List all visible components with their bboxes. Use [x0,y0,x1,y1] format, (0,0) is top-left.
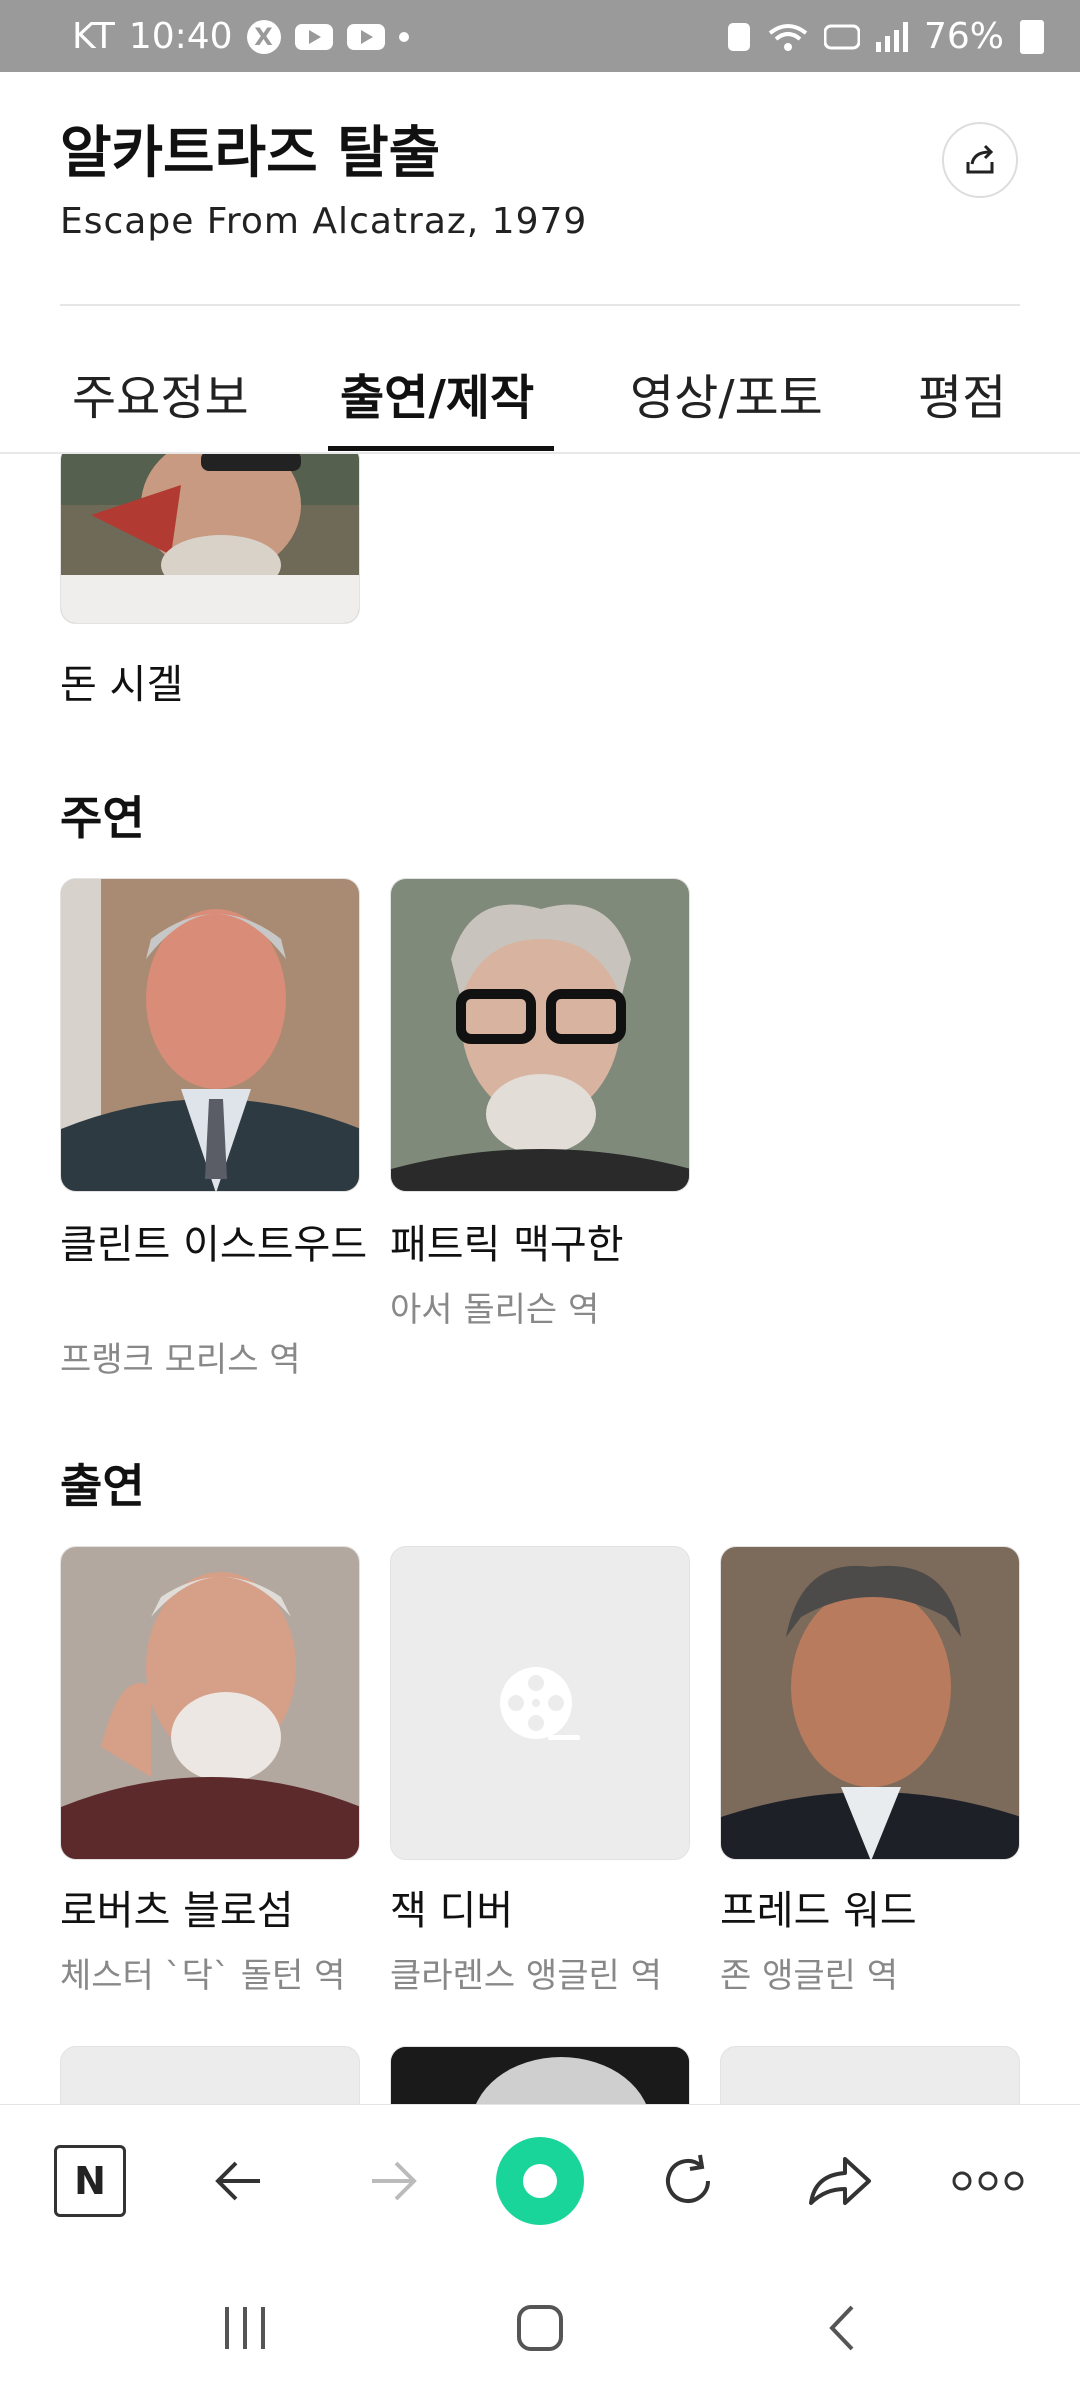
cast-role: 클라렌스 앵글린 역 [390,1956,662,1996]
lead-section-title: 주연 [60,791,145,845]
cast-role: 체스터 `닥` 돌턴 역 [60,1956,346,1996]
share-arrow-icon [809,2157,871,2205]
chevron-left-icon [829,2305,854,2351]
carrier-label: KT [72,16,115,57]
home-icon [517,2305,563,2351]
cast-name[interactable]: 클린트 이스트우드 [60,1220,370,1270]
header-divider [60,304,1020,306]
refresh-icon [666,2154,710,2203]
cast-content[interactable]: 돈 시겔 주연 클린트 이스트우드 프랭크 모리스 역 패트릭 맥구한 아서 돌… [0,454,1080,2104]
cast-name[interactable]: 프레드 워드 [720,1886,1030,1936]
cast-role: 프랭크 모리스 역 [60,1340,301,1380]
cast-photo-placeholder[interactable] [720,2046,1020,2104]
cast-name[interactable]: 패트릭 맥구한 [390,1220,700,1270]
cast-role: 아서 돌리슨 역 [390,1290,600,1330]
recent-apps-button[interactable] [196,2268,296,2388]
tab-rating[interactable]: 평점 [918,358,1006,428]
battery-icon [1020,19,1044,54]
arrow-right-icon [372,2161,417,2201]
cast-photo[interactable] [60,1546,360,1860]
back-button[interactable] [200,2141,280,2221]
cast-name[interactable]: 잭 디버 [390,1886,700,1936]
cast-photo[interactable] [390,878,690,1192]
status-bar: KT 10:40 X 76% [0,0,1080,72]
page-subtitle: Escape From Alcatraz, 1979 [60,201,588,243]
more-menu-button[interactable] [948,2141,1028,2221]
cast-photo[interactable] [720,1546,1020,1860]
share-icon [966,144,994,174]
tab-cast-crew[interactable]: 출연/제작 [340,358,534,428]
cast-photo-placeholder[interactable] [390,1546,690,1860]
cast-photo-placeholder[interactable] [60,2046,360,2104]
active-tab-indicator [328,446,554,451]
wifi-icon [768,21,808,53]
naver-n-label: N [74,2159,106,2203]
movie-header: 알카트라즈 탈출 Escape From Alcatraz, 1979 [60,120,1020,242]
tab-bar: 주요정보 출연/제작 영상/포토 평점 [0,340,1080,454]
recycle-icon [726,21,752,53]
cast-photo[interactable] [390,2046,690,2104]
hd-icon [823,23,860,51]
tab-video-photo[interactable]: 영상/포토 [630,358,823,428]
clock: 10:40 [128,16,233,57]
x-app-icon: X [246,19,281,54]
film-reel-icon [500,1667,580,1740]
battery-percent: 76% [923,16,1004,57]
page-title: 알카트라즈 탈출 [60,121,441,186]
director-photo[interactable] [60,454,360,624]
reload-button[interactable] [648,2141,728,2221]
green-dot-button[interactable] [496,2137,584,2225]
home-button[interactable] [490,2268,590,2388]
recent-apps-icon [225,2307,265,2349]
forward-button[interactable] [352,2141,432,2221]
cast-section-title: 출연 [60,1459,145,1513]
cast-role: 존 앵글린 역 [720,1956,899,1996]
share-page-button[interactable] [800,2141,880,2221]
share-button[interactable] [942,122,1018,198]
cast-name[interactable]: 로버츠 블로섬 [60,1886,370,1936]
signal-icon [875,21,908,52]
youtube-icon [346,23,385,50]
tab-main-info[interactable]: 주요정보 [72,358,249,428]
arrow-left-icon [215,2161,260,2201]
green-dot-icon [523,2164,557,2198]
youtube-icon [294,23,333,50]
director-name[interactable]: 돈 시겔 [60,660,370,710]
more-notifications-icon [398,31,409,42]
system-back-button[interactable] [792,2268,892,2388]
more-icon [952,2171,1024,2191]
cast-photo[interactable] [60,878,360,1192]
naver-home-button[interactable]: N [54,2145,126,2217]
